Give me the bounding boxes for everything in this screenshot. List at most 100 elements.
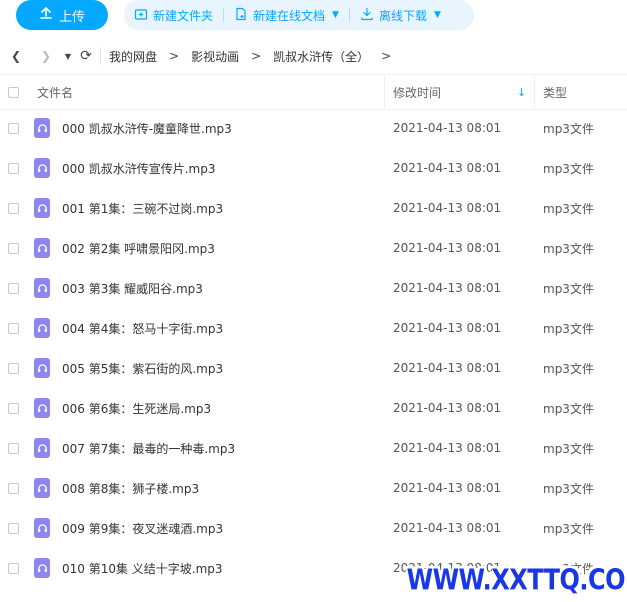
file-type: mp3文件: [543, 281, 594, 296]
checkbox[interactable]: [8, 322, 19, 334]
new-online-doc-button[interactable]: 新建在线文档 ▼: [224, 0, 349, 30]
file-type: mp3文件: [543, 441, 594, 456]
row-checkbox[interactable]: [8, 188, 19, 228]
file-name[interactable]: 008 第8集：狮子楼.mp3: [62, 468, 199, 508]
forward-icon[interactable]: ❯: [38, 49, 54, 63]
checkbox[interactable]: [8, 562, 19, 574]
checkbox[interactable]: [8, 362, 19, 374]
file-name[interactable]: 009 第9集：夜叉迷魂酒.mp3: [62, 508, 223, 548]
row-checkbox[interactable]: [8, 348, 19, 388]
column-header-name[interactable]: 文件名: [37, 75, 73, 109]
breadcrumb-item[interactable]: 影视动画: [191, 48, 239, 65]
select-all-checkbox[interactable]: [8, 75, 19, 109]
table-row[interactable]: 009 第9集：夜叉迷魂酒.mp3 2021-04-13 08:01 mp3文件: [0, 508, 627, 548]
new-folder-button[interactable]: 新建文件夹: [124, 0, 223, 30]
checkbox[interactable]: [8, 522, 19, 534]
file-modified-time: 2021-04-13 08:01: [393, 201, 502, 215]
file-name[interactable]: 010 第10集 义结十字坡.mp3: [62, 548, 223, 588]
chevron-down-icon: ▼: [332, 10, 339, 20]
file-name[interactable]: 007 第7集：最毒的一种毒.mp3: [62, 428, 235, 468]
file-name[interactable]: 005 第5集：紫石街的风.mp3: [62, 348, 223, 388]
breadcrumb: 我的网盘 > 影视动画 > 凯叔水浒传（全） >: [109, 48, 403, 65]
checkbox[interactable]: [8, 162, 19, 174]
checkbox[interactable]: [8, 482, 19, 494]
upload-button[interactable]: 上传: [16, 0, 108, 30]
checkbox[interactable]: [8, 86, 19, 98]
file-modified-time: 2021-04-13 08:01: [393, 281, 502, 295]
new-folder-icon: [134, 7, 148, 24]
table-row[interactable]: 006 第6集：生死迷局.mp3 2021-04-13 08:01 mp3文件: [0, 388, 627, 428]
audio-file-icon: [34, 148, 50, 188]
column-divider: [534, 75, 535, 109]
new-folder-label: 新建文件夹: [153, 8, 214, 23]
row-checkbox[interactable]: [8, 148, 19, 188]
file-name[interactable]: 001 第1集：三碗不过岗.mp3: [62, 188, 223, 228]
row-checkbox[interactable]: [8, 548, 19, 588]
audio-file-icon: [34, 548, 50, 588]
column-header-time[interactable]: 修改时间: [393, 75, 441, 109]
file-name[interactable]: 004 第4集：怒马十字街.mp3: [62, 308, 223, 348]
chevron-down-icon: ▼: [433, 10, 441, 20]
checkbox[interactable]: [8, 402, 19, 414]
refresh-icon[interactable]: ⟳: [78, 48, 94, 64]
file-name[interactable]: 006 第6集：生死迷局.mp3: [62, 388, 211, 428]
audio-file-icon: [34, 508, 50, 548]
file-type: mp3文件: [543, 121, 594, 136]
watermark: WWW.XXTTQ.COM: [406, 563, 627, 597]
table-row[interactable]: 002 第2集 呼啸景阳冈.mp3 2021-04-13 08:01 mp3文件: [0, 228, 627, 268]
breadcrumb-divider: [100, 47, 101, 65]
file-name[interactable]: 000 凯叔水浒传宣传片.mp3: [62, 148, 215, 188]
table-row[interactable]: 004 第4集：怒马十字街.mp3 2021-04-13 08:01 mp3文件: [0, 308, 627, 348]
file-modified-time: 2021-04-13 08:01: [393, 521, 502, 535]
row-checkbox[interactable]: [8, 508, 19, 548]
file-type: mp3文件: [543, 521, 594, 536]
table-row[interactable]: 008 第8集：狮子楼.mp3 2021-04-13 08:01 mp3文件: [0, 468, 627, 508]
file-modified-time: 2021-04-13 08:01: [393, 161, 502, 175]
breadcrumb-item[interactable]: 凯叔水浒传（全）: [273, 48, 369, 65]
audio-file-icon: [34, 428, 50, 468]
checkbox[interactable]: [8, 202, 19, 214]
table-row[interactable]: 000 凯叔水浒传宣传片.mp3 2021-04-13 08:01 mp3文件: [0, 148, 627, 188]
audio-file-icon: [34, 388, 50, 428]
offline-download-button[interactable]: 离线下载 ▼: [350, 0, 451, 30]
breadcrumb-arrow-icon[interactable]: >: [381, 49, 391, 63]
back-icon[interactable]: ❮: [8, 49, 24, 63]
table-row[interactable]: 005 第5集：紫石街的风.mp3 2021-04-13 08:01 mp3文件: [0, 348, 627, 388]
file-type: mp3文件: [543, 321, 594, 336]
table-row[interactable]: 001 第1集：三碗不过岗.mp3 2021-04-13 08:01 mp3文件: [0, 188, 627, 228]
file-modified-time: 2021-04-13 08:01: [393, 321, 502, 335]
audio-file-icon: [34, 268, 50, 308]
row-checkbox[interactable]: [8, 268, 19, 308]
table-row[interactable]: 000 凯叔水浒传-魔童降世.mp3 2021-04-13 08:01 mp3文件: [0, 108, 627, 148]
breadcrumb-arrow-icon: >: [251, 49, 262, 63]
checkbox[interactable]: [8, 242, 19, 254]
row-checkbox[interactable]: [8, 228, 19, 268]
audio-file-icon: [34, 188, 50, 228]
row-checkbox[interactable]: [8, 108, 19, 148]
file-modified-time: 2021-04-13 08:01: [393, 441, 502, 455]
file-name[interactable]: 000 凯叔水浒传-魔童降世.mp3: [62, 108, 232, 148]
history-dropdown-icon[interactable]: ▼: [60, 52, 76, 61]
file-modified-time: 2021-04-13 08:01: [393, 121, 502, 135]
column-header-type[interactable]: 类型: [543, 75, 567, 109]
row-checkbox[interactable]: [8, 428, 19, 468]
row-checkbox[interactable]: [8, 468, 19, 508]
checkbox[interactable]: [8, 122, 19, 134]
checkbox[interactable]: [8, 282, 19, 294]
checkbox[interactable]: [8, 442, 19, 454]
toolbar: 上传 新建文件夹 新建在线文档 ▼ 离线下载 ▼: [0, 0, 627, 35]
table-row[interactable]: 003 第3集 耀威阳谷.mp3 2021-04-13 08:01 mp3文件: [0, 268, 627, 308]
sort-desc-icon[interactable]: ↓: [517, 75, 526, 109]
row-checkbox[interactable]: [8, 388, 19, 428]
upload-icon: [39, 6, 53, 24]
column-divider: [384, 75, 385, 109]
table-row[interactable]: 007 第7集：最毒的一种毒.mp3 2021-04-13 08:01 mp3文件: [0, 428, 627, 468]
file-type: mp3文件: [543, 161, 594, 176]
file-name[interactable]: 003 第3集 耀威阳谷.mp3: [62, 268, 203, 308]
breadcrumb-item[interactable]: 我的网盘: [109, 48, 157, 65]
audio-file-icon: [34, 108, 50, 148]
file-name[interactable]: 002 第2集 呼啸景阳冈.mp3: [62, 228, 215, 268]
row-checkbox[interactable]: [8, 308, 19, 348]
file-type: mp3文件: [543, 401, 594, 416]
upload-label: 上传: [58, 9, 85, 25]
